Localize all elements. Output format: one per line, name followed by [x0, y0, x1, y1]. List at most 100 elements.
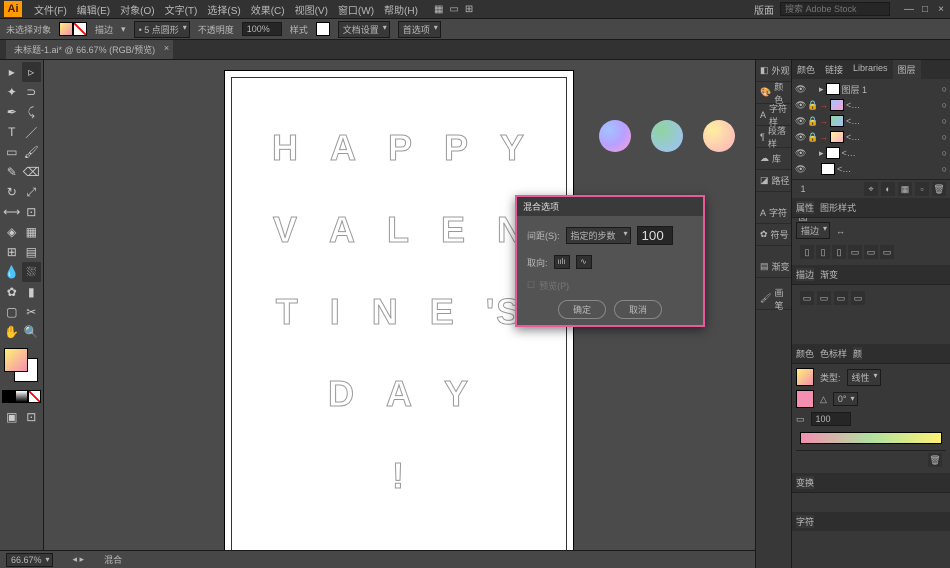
eraser-tool[interactable]: ⌫ [22, 162, 42, 182]
preview-checkbox[interactable]: ☐预览(P) [527, 279, 693, 292]
type-tool[interactable]: T [2, 122, 22, 142]
rectangle-tool[interactable]: ▭ [2, 142, 22, 162]
orient-page-icon[interactable]: ıılı [554, 255, 570, 269]
arrange-icon[interactable]: ▭ [449, 4, 458, 15]
selection-tool[interactable]: ▸ [2, 62, 22, 82]
menu-file[interactable]: 文件(F) [30, 0, 71, 19]
width-tool[interactable]: ⟷ [2, 202, 22, 222]
menu-select[interactable]: 选择(S) [203, 0, 244, 19]
spacing-value-input[interactable] [637, 226, 673, 245]
menu-view[interactable]: 视图(V) [291, 0, 332, 19]
menu-help[interactable]: 帮助(H) [380, 0, 422, 19]
gradient-opacity-input[interactable]: 100 [811, 412, 851, 426]
layer-row[interactable]: 👁🔒→<…○ [792, 129, 950, 145]
layer-row[interactable]: 👁▸图层 1○ [792, 81, 950, 97]
tab-layers[interactable]: 图层 [893, 60, 921, 79]
opacity-input[interactable]: 100% [242, 22, 282, 36]
minimize-icon[interactable]: — [904, 4, 914, 15]
layout-label[interactable]: 版面 [754, 2, 774, 17]
style-swatch[interactable] [316, 22, 330, 36]
document-tabs: 未标题-1.ai* @ 66.67% (RGB/预览)× [0, 40, 950, 60]
angle-input[interactable]: 0° [833, 392, 858, 406]
layer-row[interactable]: 👁▸<…○ [792, 145, 950, 161]
menu-window[interactable]: 窗口(W) [334, 0, 378, 19]
grid-icon[interactable]: ⊞ [465, 4, 473, 15]
hand-tool[interactable]: ✋ [2, 322, 22, 342]
color-mode-buttons[interactable] [2, 390, 41, 403]
spacing-mode-dropdown[interactable]: 指定的步数 [566, 227, 631, 244]
stroke-weight-dropdown[interactable]: 描边 [796, 222, 830, 239]
stroke-profile-dropdown[interactable]: • 5 点圆形 [134, 21, 190, 38]
trash-icon[interactable]: 🗑 [928, 453, 942, 467]
shape-builder-tool[interactable]: ◈ [2, 222, 22, 242]
direct-select-tool[interactable]: ▹ [22, 62, 42, 82]
dock-libraries[interactable]: ☁ 库 [756, 148, 791, 170]
mask-icon[interactable]: ◐ [881, 182, 895, 196]
dock-para-styles[interactable]: ¶ 段落样 [756, 126, 791, 148]
menu-effect[interactable]: 效果(C) [247, 0, 289, 19]
locate-icon[interactable]: ⌖ [864, 182, 878, 196]
search-input[interactable] [780, 2, 890, 16]
perspective-tool[interactable]: ▦ [22, 222, 42, 242]
spacing-label: 间距(S): [527, 229, 560, 242]
pen-tool[interactable]: ✒ [2, 102, 22, 122]
scale-tool[interactable]: ⤢ [22, 182, 42, 202]
dock-gradient[interactable]: ▤ 渐变 [756, 256, 791, 278]
artboard-tool[interactable]: ▢ [2, 302, 22, 322]
gradient-type-dropdown[interactable]: 线性 [847, 369, 881, 386]
new-layer-icon[interactable]: ▫ [915, 182, 929, 196]
menu-edit[interactable]: 编辑(E) [73, 0, 114, 19]
zoom-dropdown[interactable]: 66.67% [6, 553, 53, 567]
gradient-tool[interactable]: ▤ [22, 242, 42, 262]
eyedropper-tool[interactable]: 💧 [2, 262, 22, 282]
dock-pathfinder[interactable]: ◪ 路径 [756, 170, 791, 192]
orient-path-icon[interactable]: ∿ [576, 255, 592, 269]
layer-row[interactable]: 👁🔒→<…○ [792, 113, 950, 129]
rotate-tool[interactable]: ↻ [2, 182, 22, 202]
cancel-button[interactable]: 取消 [614, 300, 662, 319]
document-tab[interactable]: 未标题-1.ai* @ 66.67% (RGB/预览)× [6, 40, 173, 59]
character-panel[interactable]: 字符 [796, 515, 814, 528]
tab-close-icon[interactable]: × [164, 43, 169, 53]
brush-tool[interactable]: 🖌 [22, 142, 42, 162]
bridge-icon[interactable]: ▦ [434, 4, 443, 15]
symbol-tool[interactable]: ✿ [2, 282, 22, 302]
layer-row[interactable]: 👁<…○ [792, 161, 950, 177]
menu-type[interactable]: 文字(T) [161, 0, 202, 19]
fill-stroke-indicator[interactable] [2, 348, 41, 388]
dock-symbols[interactable]: ✿ 符号 [756, 224, 791, 246]
change-screen-tool[interactable]: ⊡ [22, 407, 42, 427]
stroke-label: 描边 [95, 23, 113, 36]
docsetup-button[interactable]: 文档设置 [338, 21, 390, 38]
menu-object[interactable]: 对象(O) [116, 0, 158, 19]
shaper-tool[interactable]: ✎ [2, 162, 22, 182]
lasso-tool[interactable]: ⊃ [22, 82, 42, 102]
align-icon[interactable]: ▯ [800, 245, 814, 259]
mesh-tool[interactable]: ⊞ [2, 242, 22, 262]
prefs-button[interactable]: 首选项 [398, 21, 441, 38]
flip-icon[interactable]: ↔ [836, 226, 845, 236]
gradient-circles[interactable] [599, 120, 735, 152]
zoom-tool[interactable]: 🔍 [22, 322, 42, 342]
curvature-tool[interactable]: ⤹ [22, 102, 42, 122]
blend-tool[interactable]: ⛆ [22, 262, 42, 282]
icon-dock: ◧ 外观 🎨 颜色 A 字符样 ¶ 段落样 ☁ 库 ◪ 路径 A 字符 ✿ 符号… [755, 60, 791, 568]
gradient-slider[interactable] [800, 432, 942, 444]
magic-wand-tool[interactable]: ✦ [2, 82, 22, 102]
graph-tool[interactable]: ▮ [22, 282, 42, 302]
delete-layer-icon[interactable]: 🗑 [932, 182, 946, 196]
dock-brushes[interactable]: 🖌 画笔 [756, 288, 791, 310]
screen-mode-tool[interactable]: ▣ [2, 407, 22, 427]
slice-tool[interactable]: ✂ [22, 302, 42, 322]
dock-character[interactable]: A 字符 [756, 202, 791, 224]
layer-row[interactable]: 👁🔒→<…○ [792, 97, 950, 113]
new-sublayer-icon[interactable]: ▦ [898, 182, 912, 196]
fill-stroke-swatches[interactable] [59, 22, 87, 36]
maximize-icon[interactable]: □ [920, 4, 930, 15]
line-tool[interactable]: ／ [22, 122, 42, 142]
close-icon[interactable]: × [936, 4, 946, 15]
transform-panel[interactable]: 变换 [796, 476, 814, 489]
free-transform-tool[interactable]: ⊡ [22, 202, 42, 222]
control-bar: 未选择对象 描边 ▾ • 5 点圆形 不透明度 100% 样式 文档设置 首选项 [0, 18, 950, 40]
ok-button[interactable]: 确定 [558, 300, 606, 319]
